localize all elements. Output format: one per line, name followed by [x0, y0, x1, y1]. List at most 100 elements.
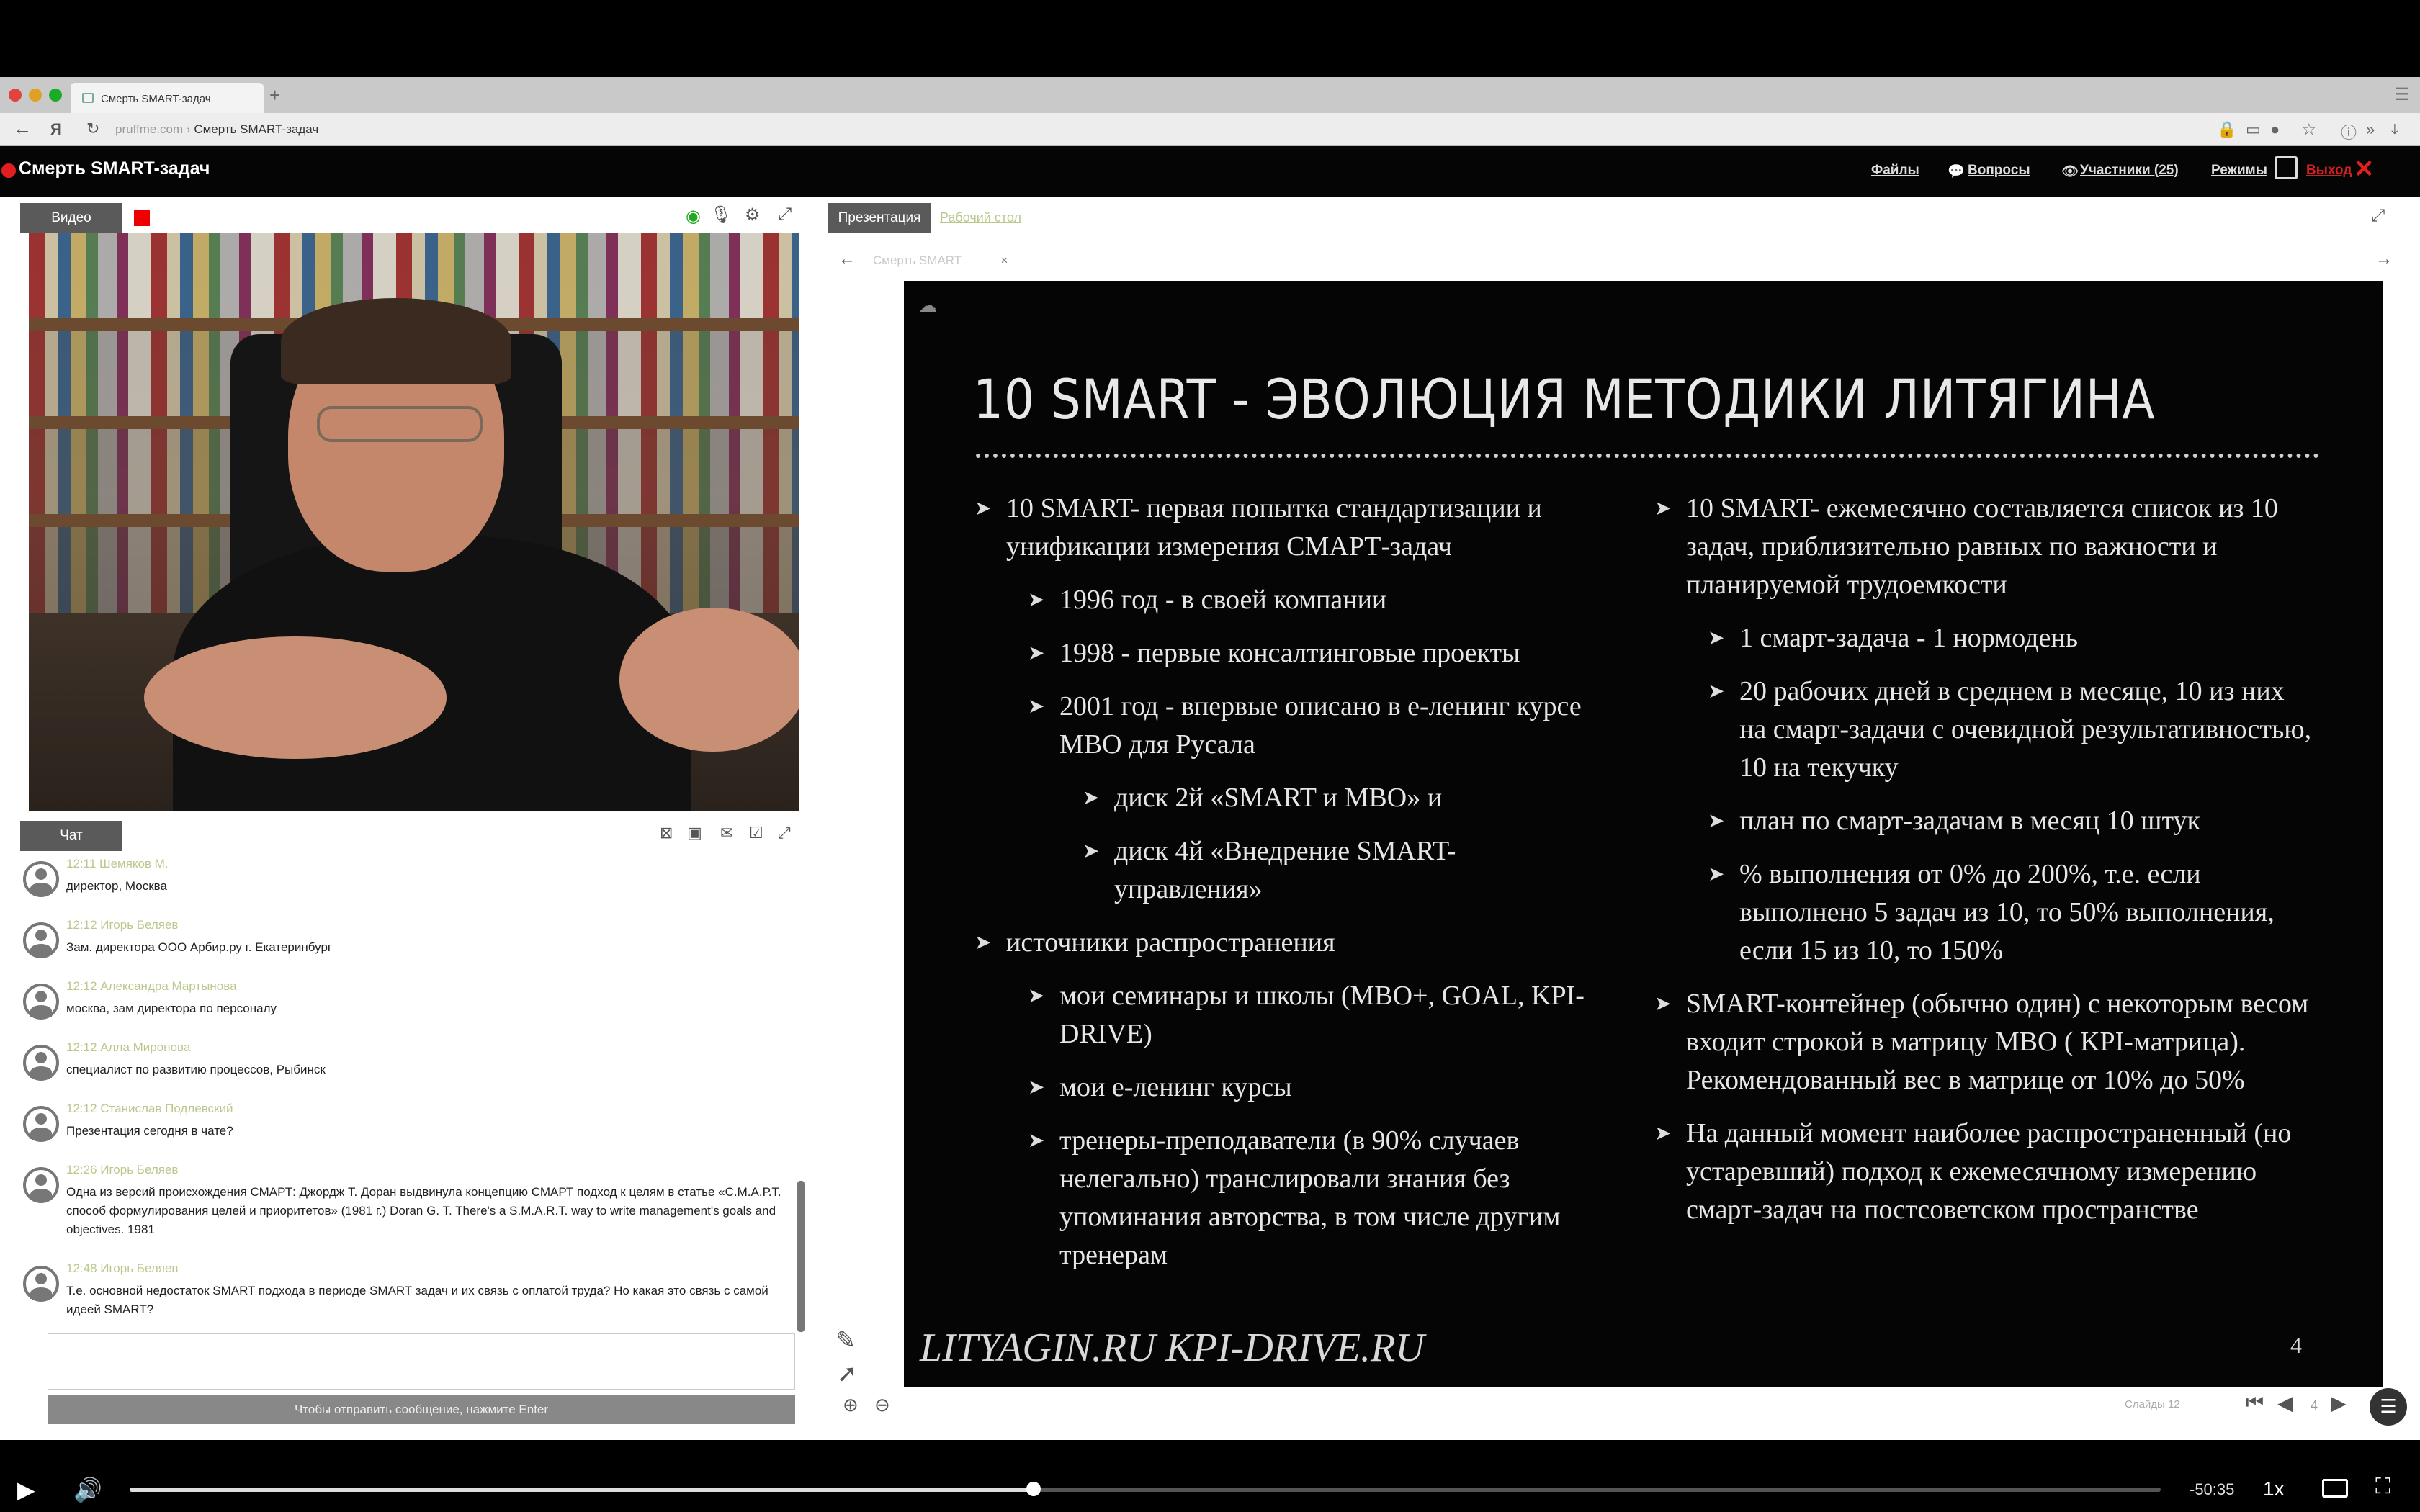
fullscreen-presentation-icon[interactable]: ⤢ [2371, 206, 2385, 226]
address-bar-row: ← Я ↻ pruffme.com › Смерть SMART-задач 🔒… [0, 113, 2420, 146]
stop-broadcast-icon[interactable] [134, 210, 150, 226]
participants-link[interactable]: Участники (25) [2080, 163, 2179, 179]
questions-icon[interactable]: 💬 [1948, 163, 1965, 180]
browser-tab[interactable]: Смерть SMART-задач [71, 83, 264, 113]
new-tab-button[interactable]: + [269, 84, 280, 107]
slide-bullet: источники распространения [974, 924, 1587, 962]
avatar [23, 1266, 59, 1302]
avatar [23, 861, 59, 897]
eye-icon: 👁 [2061, 164, 2079, 179]
avatar [23, 1106, 59, 1142]
url-separator: › [186, 122, 191, 136]
chat-message-meta: 12:26 Игорь Беляев [66, 1163, 179, 1176]
play-icon[interactable]: ▶ [17, 1476, 35, 1503]
progress-fill [130, 1488, 1034, 1492]
reload-icon[interactable]: ↻ [86, 120, 99, 138]
zoom-in-icon[interactable]: ⊕ [843, 1394, 859, 1416]
slide-bullet: 10 SMART- первая попытка стандартизации … [974, 490, 1587, 566]
slide-bullet: % выполнения от 0% до 200%, т.е. если вы… [1708, 855, 2317, 970]
microphone-icon[interactable]: 🎙 [710, 204, 732, 225]
files-link[interactable]: Файлы [1871, 163, 1919, 179]
pointer-tool-icon[interactable]: ➚ [837, 1359, 858, 1388]
modes-link[interactable]: Режимы [2211, 163, 2267, 179]
chat-message-list[interactable]: 12:11 Шемяков М. директор, Москва 12:12 … [20, 850, 802, 1325]
moderate-chat-icon[interactable]: ☑ [749, 824, 763, 842]
download-icon[interactable]: ⤓ [2391, 120, 2398, 139]
slide-bullet: На данный момент наиболее распространенн… [1654, 1115, 2317, 1229]
prev-slide-icon[interactable]: ◀ [2277, 1391, 2293, 1415]
chat-message-text: Зам. директора ООО Арбир.ру г. Екатеринб… [66, 940, 333, 954]
minimize-window-button[interactable] [29, 89, 42, 102]
clear-chat-icon[interactable]: ⊠ [660, 824, 673, 842]
slide-left-column: 10 SMART- первая попытка стандартизации … [974, 490, 1587, 1290]
video-tab[interactable]: Видео [20, 203, 122, 233]
layout-icon[interactable] [2275, 156, 2298, 179]
video-player-bar [0, 1440, 2420, 1512]
tab-desktop[interactable]: Рабочий стол [940, 210, 1021, 225]
tab-title: Смерть SMART-задач [101, 93, 211, 105]
slide-bullet: тренеры-преподаватели (в 90% случаев нел… [1028, 1122, 1587, 1274]
next-slide-icon[interactable]: ▶ [2331, 1391, 2347, 1415]
current-page: 4 [2311, 1398, 2318, 1413]
chat-message-text: Одна из версий происхождения СМАРТ: Джор… [66, 1185, 781, 1236]
slide-bullet: план по смарт-задачам в месяц 10 штук [1708, 802, 2317, 840]
more-icon[interactable]: » [2366, 120, 2375, 139]
picture-in-picture-icon[interactable] [2322, 1479, 2348, 1498]
slide-bullet: диск 2й «SMART и MBO» и [1083, 779, 1587, 817]
chat-message-meta: 12:48 Игорь Беляев [66, 1261, 179, 1275]
expand-chat-icon[interactable]: ⤢ [778, 824, 791, 842]
fullscreen-icon[interactable]: ⛶ [2375, 1475, 2390, 1499]
export-chat-icon[interactable]: ▣ [687, 824, 702, 842]
next-document-icon[interactable]: → [2375, 249, 2393, 269]
slide-bullet: диск 4й «Внедрение SMART-управления» [1083, 832, 1587, 909]
pen-tool-icon[interactable]: ✎ [835, 1326, 856, 1355]
exit-link[interactable]: Выход [2306, 163, 2352, 179]
email-chat-icon[interactable]: ✉ [720, 824, 733, 842]
close-icon[interactable]: ✕ [2354, 155, 2375, 184]
slide-bullet: SMART-контейнер (обычно один) с некоторы… [1654, 985, 2317, 1099]
lock-icon[interactable]: 🔒 [2217, 120, 2236, 139]
send-hint: Чтобы отправить сообщение, нажмите Enter [48, 1395, 795, 1424]
first-slide-icon[interactable]: ⏮ [2246, 1391, 2264, 1415]
chat-message-text: Т.е. основной недостаток SMART подхода в… [66, 1284, 768, 1316]
prev-document-icon[interactable]: ← [838, 249, 856, 269]
tab-presentation[interactable]: Презентация [828, 203, 931, 233]
camera-status-icon[interactable]: ◉ [686, 206, 701, 227]
url-field[interactable]: pruffme.com › Смерть SMART-задач [115, 122, 318, 137]
playback-speed-button[interactable]: 1x [2263, 1477, 2285, 1500]
protect-icon[interactable]: ● [2270, 120, 2280, 139]
chat-message-meta: 12:12 Александра Мартынова [66, 979, 237, 993]
yandex-icon[interactable]: Я [50, 120, 62, 139]
chat-message-meta: 12:12 Алла Миронова [66, 1040, 191, 1054]
time-remaining: -50:35 [2190, 1480, 2235, 1498]
reader-icon[interactable]: ▭ [2246, 120, 2261, 139]
avatar [23, 922, 59, 958]
chat-message-text: директор, Москва [66, 879, 167, 893]
chat-scrollbar[interactable] [797, 1181, 805, 1332]
slide-pager: Слайды 12 [2125, 1398, 2180, 1410]
avatar [23, 984, 59, 1020]
settings-gear-icon[interactable]: ⚙ [745, 204, 761, 225]
chat-message-text: специалист по развитию процессов, Рыбинс… [66, 1063, 326, 1076]
title-divider [976, 454, 2319, 458]
expand-video-icon[interactable]: ⤢ [778, 204, 792, 225]
presenter-video [29, 233, 799, 811]
slide-title: 10 SMART - ЭВОЛЮЦИЯ МЕТОДИКИ ЛИТЯГИНА [973, 367, 2156, 431]
chat-input[interactable] [48, 1333, 795, 1390]
document-tab[interactable]: Смерть SMART × [873, 253, 1008, 268]
bookmark-star-icon[interactable]: ☆ [2302, 120, 2316, 139]
maximize-window-button[interactable] [49, 89, 62, 102]
avatar [23, 1045, 59, 1081]
volume-icon[interactable]: 🔊 [73, 1476, 102, 1503]
zoom-out-icon[interactable]: ⊖ [874, 1394, 890, 1416]
document-tab-close-icon[interactable]: × [1001, 253, 1008, 267]
info-icon[interactable]: ⓘ [2341, 120, 2357, 143]
menu-icon[interactable]: ☰ [2394, 84, 2410, 105]
slide-bullet: мои семинары и школы (MBO+, GOAL, KPI-DR… [1028, 977, 1587, 1053]
questions-link[interactable]: Вопросы [1968, 163, 2030, 179]
progress-handle[interactable] [1026, 1482, 1041, 1496]
chat-tab[interactable]: Чат [20, 821, 122, 851]
captions-icon[interactable]: ☰ [2370, 1388, 2407, 1426]
back-icon[interactable]: ← [13, 117, 32, 140]
close-window-button[interactable] [9, 89, 22, 102]
